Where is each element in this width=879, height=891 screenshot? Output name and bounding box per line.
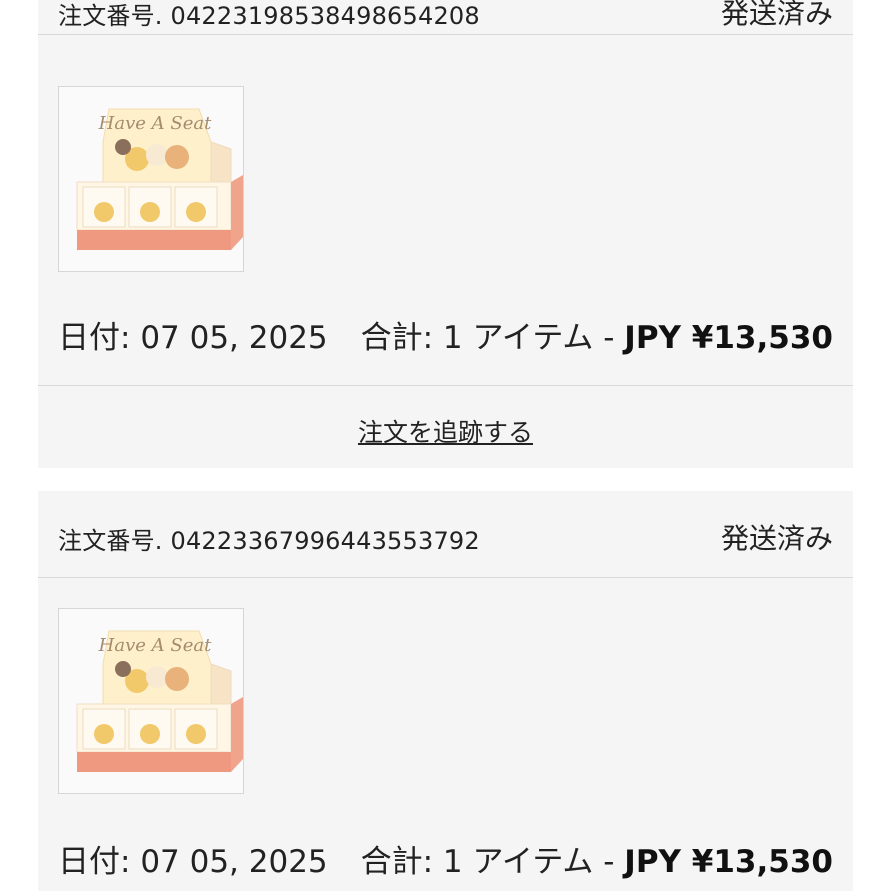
order-number-label: 注文番号. — [58, 2, 163, 30]
order-status: 発送済み — [720, 0, 833, 30]
order-date: 日付: 07 05, 2025 — [58, 320, 328, 356]
product-image: Have A Seat — [76, 630, 243, 772]
divider — [38, 385, 853, 386]
box-logo: Have A Seat — [98, 635, 212, 656]
order-number-value: 04223367996443553792 — [170, 527, 480, 555]
order-card: 注文番号. 042231985384986542​08 発送済み Have A … — [38, 0, 853, 468]
product-image: Have A Seat — [76, 108, 243, 250]
product-thumbnail[interactable]: Have A Seat — [58, 608, 244, 794]
order-number-value: 042231985384986542​08 — [170, 2, 480, 30]
order-price: JPY ¥13,530 — [624, 844, 833, 880]
order-status: 発送済み — [720, 522, 833, 555]
order-price: JPY ¥13,530 — [624, 320, 833, 356]
order-number-label: 注文番号. — [58, 527, 163, 555]
track-order-link[interactable]: 注文を追跡する — [38, 413, 853, 449]
box-logo: Have A Seat — [98, 113, 212, 134]
order-header: 注文番号. 04223367996443553792 発送済み — [38, 491, 853, 578]
order-summary: 日付: 07 05, 2025 合計: 1 アイテム - JPY ¥13,530 — [58, 836, 833, 880]
order-total: 合計: 1 アイテム - JPY ¥13,530 — [360, 844, 833, 880]
order-number: 注文番号. 04223367996443553792 — [58, 521, 480, 556]
order-header: 注文番号. 042231985384986542​08 発送済み — [38, 0, 853, 35]
order-summary: 日付: 07 05, 2025 合計: 1 アイテム - JPY ¥13,530 — [58, 312, 833, 356]
order-date: 日付: 07 05, 2025 — [58, 844, 328, 880]
order-total: 合計: 1 アイテム - JPY ¥13,530 — [360, 320, 833, 356]
order-card: 注文番号. 04223367996443553792 発送済み Have A S… — [38, 491, 853, 891]
order-number: 注文番号. 042231985384986542​08 — [58, 0, 480, 31]
product-thumbnail[interactable]: Have A Seat — [58, 86, 244, 272]
